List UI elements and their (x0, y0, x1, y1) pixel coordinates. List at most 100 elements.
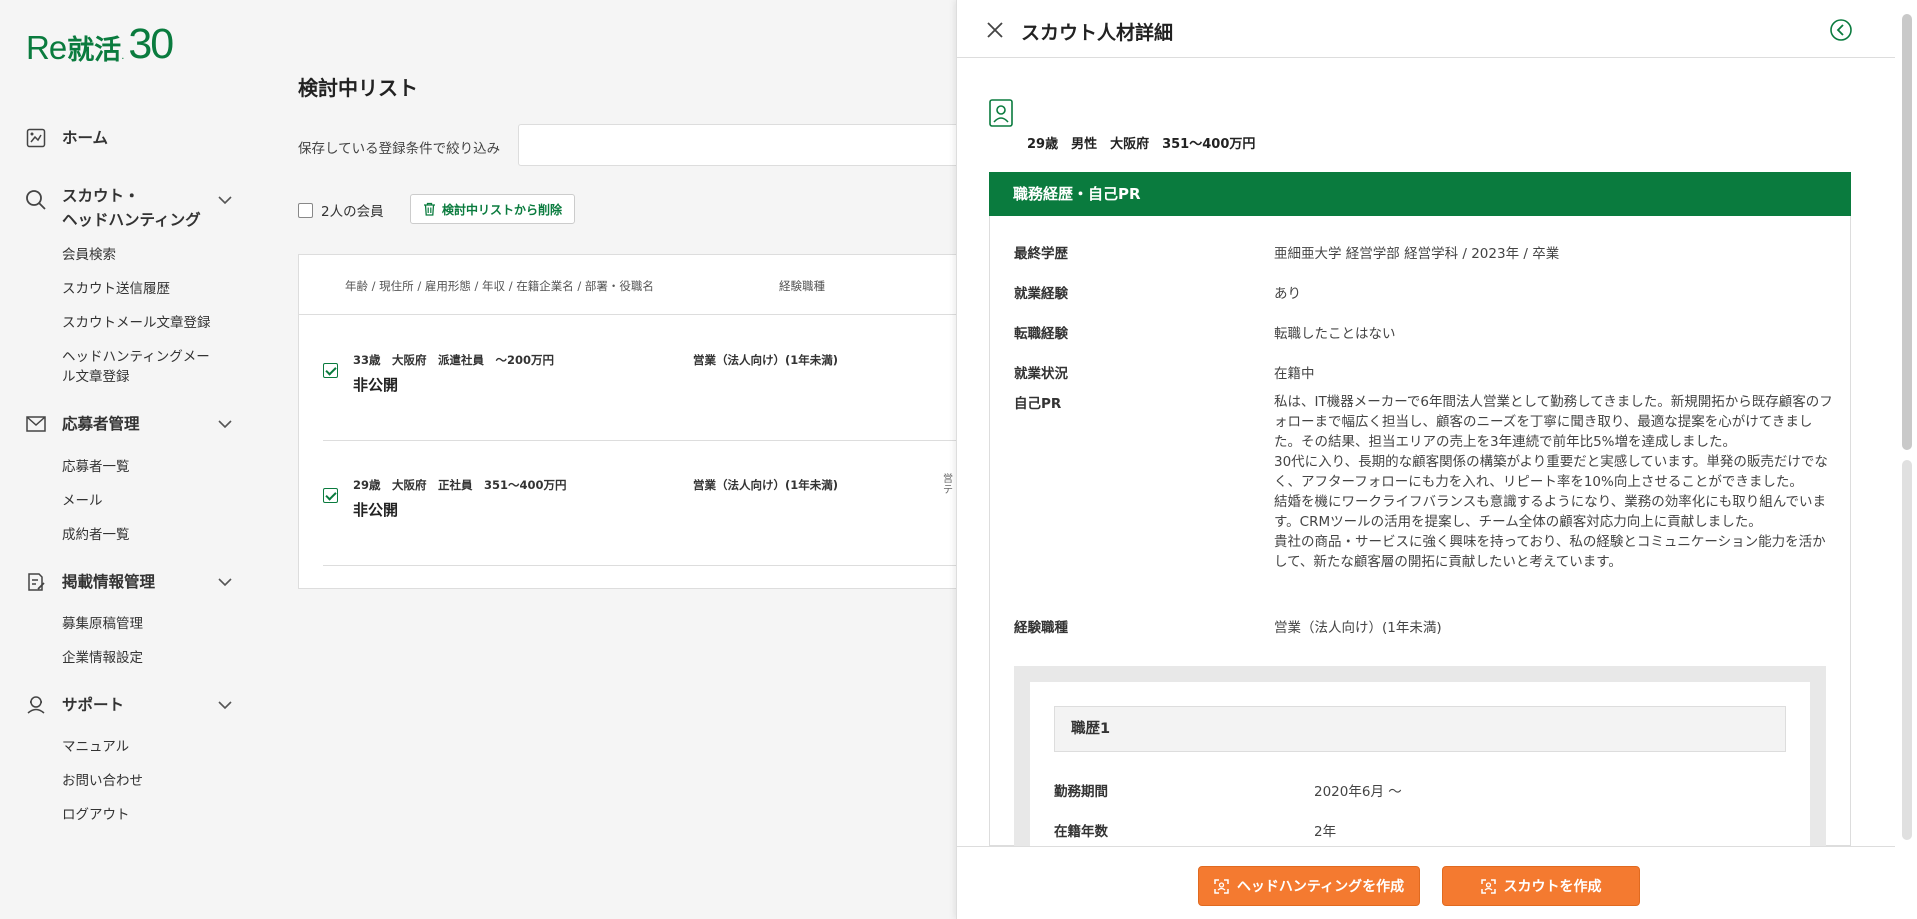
chevron-down-icon[interactable] (216, 415, 234, 433)
sidebar-item-headhunt-mail[interactable]: ヘッドハンティングメー ル文章登録 (62, 347, 210, 387)
tenure-value: 2年 (1314, 824, 1337, 840)
mail-icon (24, 412, 48, 436)
create-scout-button[interactable]: スカウトを作成 (1442, 866, 1640, 906)
row-profile: 29歳 大阪府 正社員 351〜400万円 (353, 478, 567, 492)
remove-from-list-button[interactable]: 検討中リストから削除 (410, 194, 576, 224)
scroll-track[interactable] (1902, 460, 1912, 840)
row-job: 営業（法人向け）(1年未満) (693, 478, 839, 492)
job-change-value: 転職したことはない (1274, 326, 1396, 342)
chevron-down-icon[interactable] (216, 573, 234, 591)
nav-posting-label: 掲載情報管理 (62, 573, 156, 591)
select-all-checkbox[interactable] (298, 202, 313, 218)
self-pr-label: 自己PR (1014, 396, 1062, 412)
logo[interactable]: Re 就活 . 30 (26, 20, 174, 69)
chevron-down-icon[interactable] (216, 191, 234, 209)
sidebar-item-member-search[interactable]: 会員検索 (62, 245, 116, 265)
logo-re: Re (26, 29, 67, 66)
period-value: 2020年6月 〜 (1314, 784, 1402, 800)
row-profile: 33歳 大阪府 派遣社員 〜200万円 (353, 353, 555, 367)
create-headhunt-label: ヘッドハンティングを作成 (1236, 879, 1405, 895)
sidebar-item-headhunt-mail-line2: ル文章登録 (62, 369, 130, 385)
job-change-label: 転職経験 (1014, 326, 1068, 342)
person-icon (989, 99, 1013, 127)
experience-value: あり (1274, 286, 1301, 302)
nav-scout[interactable]: スカウト・ ヘッドハンティング (24, 184, 201, 232)
row-truncated-text: 営 テ (943, 474, 953, 496)
career-title: 職歴1 (1054, 706, 1786, 752)
remove-from-list-label: 検討中リストから削除 (442, 202, 563, 217)
table-row[interactable]: 29歳 大阪府 正社員 351〜400万円 非公開 営業（法人向け）(1年未満)… (323, 441, 1059, 566)
sidebar-item-contact[interactable]: お問い合わせ (62, 771, 143, 791)
support-icon (24, 693, 48, 717)
scout-detail-panel: スカウト人材詳細 29歳 男性 大阪府 351〜400万円 104124 職務経… (956, 0, 1895, 919)
row-checkbox[interactable] (323, 363, 338, 378)
experience-label: 就業経験 (1014, 286, 1068, 302)
nav-applicant[interactable]: 応募者管理 (24, 412, 140, 436)
chevron-down-icon[interactable] (216, 696, 234, 714)
education-value: 亜細亜大学 経営学部 経営学科 / 2023年 / 卒業 (1274, 246, 1560, 262)
sidebar-item-mail[interactable]: メール (62, 491, 103, 511)
career-card: 職歴1 勤務期間 2020年6月 〜 在籍年数 2年 (1030, 682, 1810, 862)
trash-icon (423, 202, 436, 216)
filter-select[interactable] (518, 124, 1018, 166)
nav-support-label: サポート (62, 696, 125, 714)
logo-kanji: 就活 (67, 35, 122, 66)
sidebar-item-logout[interactable]: ログアウト (62, 805, 130, 825)
scan-icon (1480, 878, 1496, 894)
nav-scout-label-2: ヘッドハンティング (62, 211, 201, 229)
job-type-value: 営業（法人向け）(1年未満) (1274, 620, 1442, 636)
section-header-career: 職務経歴・自己PR (989, 172, 1851, 216)
sidebar-item-scout-history[interactable]: スカウト送信履歴 (62, 279, 170, 299)
job-type-label: 経験職種 (1014, 620, 1068, 636)
close-icon[interactable] (985, 20, 1005, 40)
search-icon (24, 188, 48, 212)
filter-label: 保存している登録条件で絞り込み (298, 141, 501, 157)
column-header-job: 経験職種 (779, 279, 825, 293)
nav-home[interactable]: ホーム (24, 126, 108, 150)
home-icon (24, 126, 48, 150)
row-job: 営業（法人向け）(1年未満) (693, 353, 839, 367)
list-header: 年齢 / 現住所 / 雇用形態 / 年収 / 在籍企業名 / 部署・役職名 経験… (299, 255, 1057, 315)
nav-home-label: ホーム (62, 129, 109, 147)
sidebar-item-applicant-list[interactable]: 応募者一覧 (62, 457, 130, 477)
sidebar-item-contract-list[interactable]: 成約者一覧 (62, 525, 130, 545)
candidate-list: 年齢 / 現住所 / 雇用形態 / 年収 / 在籍企業名 / 部署・役職名 経験… (298, 254, 1059, 589)
career-detail: 最終学歴 亜細亜大学 経営学部 経営学科 / 2023年 / 卒業 就業経験 あ… (989, 216, 1851, 862)
candidate-profile: 29歳 男性 大阪府 351〜400万円 (1027, 137, 1256, 152)
create-headhunt-button[interactable]: ヘッドハンティングを作成 (1198, 866, 1420, 906)
select-all[interactable]: 2人の会員 (298, 200, 384, 220)
column-header-profile: 年齢 / 現住所 / 雇用形態 / 年収 / 在籍企業名 / 部署・役職名 (345, 279, 654, 293)
tenure-label: 在籍年数 (1054, 824, 1108, 840)
row-name: 非公開 (353, 376, 399, 394)
nav-scout-label-1: スカウト・ (62, 187, 140, 205)
scroll-thumb[interactable] (1902, 14, 1912, 450)
sidebar-item-job-posts[interactable]: 募集原稿管理 (62, 614, 143, 634)
row-checkbox[interactable] (323, 488, 338, 503)
panel-header: スカウト人材詳細 (957, 0, 1895, 58)
table-row[interactable]: 33歳 大阪府 派遣社員 〜200万円 非公開 営業（法人向け）(1年未満) (323, 316, 1059, 441)
select-all-label: 2人の会員 (321, 204, 384, 220)
create-scout-label: スカウトを作成 (1503, 879, 1602, 895)
logo-number: 30 (128, 20, 174, 69)
sidebar-item-headhunt-mail-line1: ヘッドハンティングメー (62, 349, 210, 365)
nav-applicant-label: 応募者管理 (62, 415, 140, 433)
panel-title: スカウト人材詳細 (1021, 22, 1174, 44)
career-history: 職歴1 勤務期間 2020年6月 〜 在籍年数 2年 (1014, 666, 1826, 862)
chevron-left-circle-icon[interactable] (1829, 18, 1853, 42)
nav-posting[interactable]: 掲載情報管理 (24, 570, 155, 594)
sidebar-item-scout-mail[interactable]: スカウトメール文章登録 (62, 313, 211, 333)
logo-dot: . (121, 51, 125, 62)
sidebar: Re 就活 . 30 ホーム スカウト・ ヘッドハンティング 会員検索 スカウト… (0, 0, 260, 919)
sidebar-item-manual[interactable]: マニュアル (62, 737, 129, 757)
scan-icon (1214, 878, 1229, 894)
education-label: 最終学歴 (1014, 246, 1068, 262)
sidebar-item-company-settings[interactable]: 企業情報設定 (62, 648, 143, 668)
nav-support[interactable]: サポート (24, 693, 124, 717)
period-label: 勤務期間 (1054, 784, 1108, 800)
document-edit-icon (24, 570, 48, 594)
employment-status-value: 在籍中 (1274, 366, 1315, 382)
row-name: 非公開 (353, 501, 399, 519)
employment-status-label: 就業状況 (1014, 366, 1068, 382)
page-title: 検討中リスト (298, 76, 418, 100)
scrollbar[interactable] (1895, 0, 1917, 919)
